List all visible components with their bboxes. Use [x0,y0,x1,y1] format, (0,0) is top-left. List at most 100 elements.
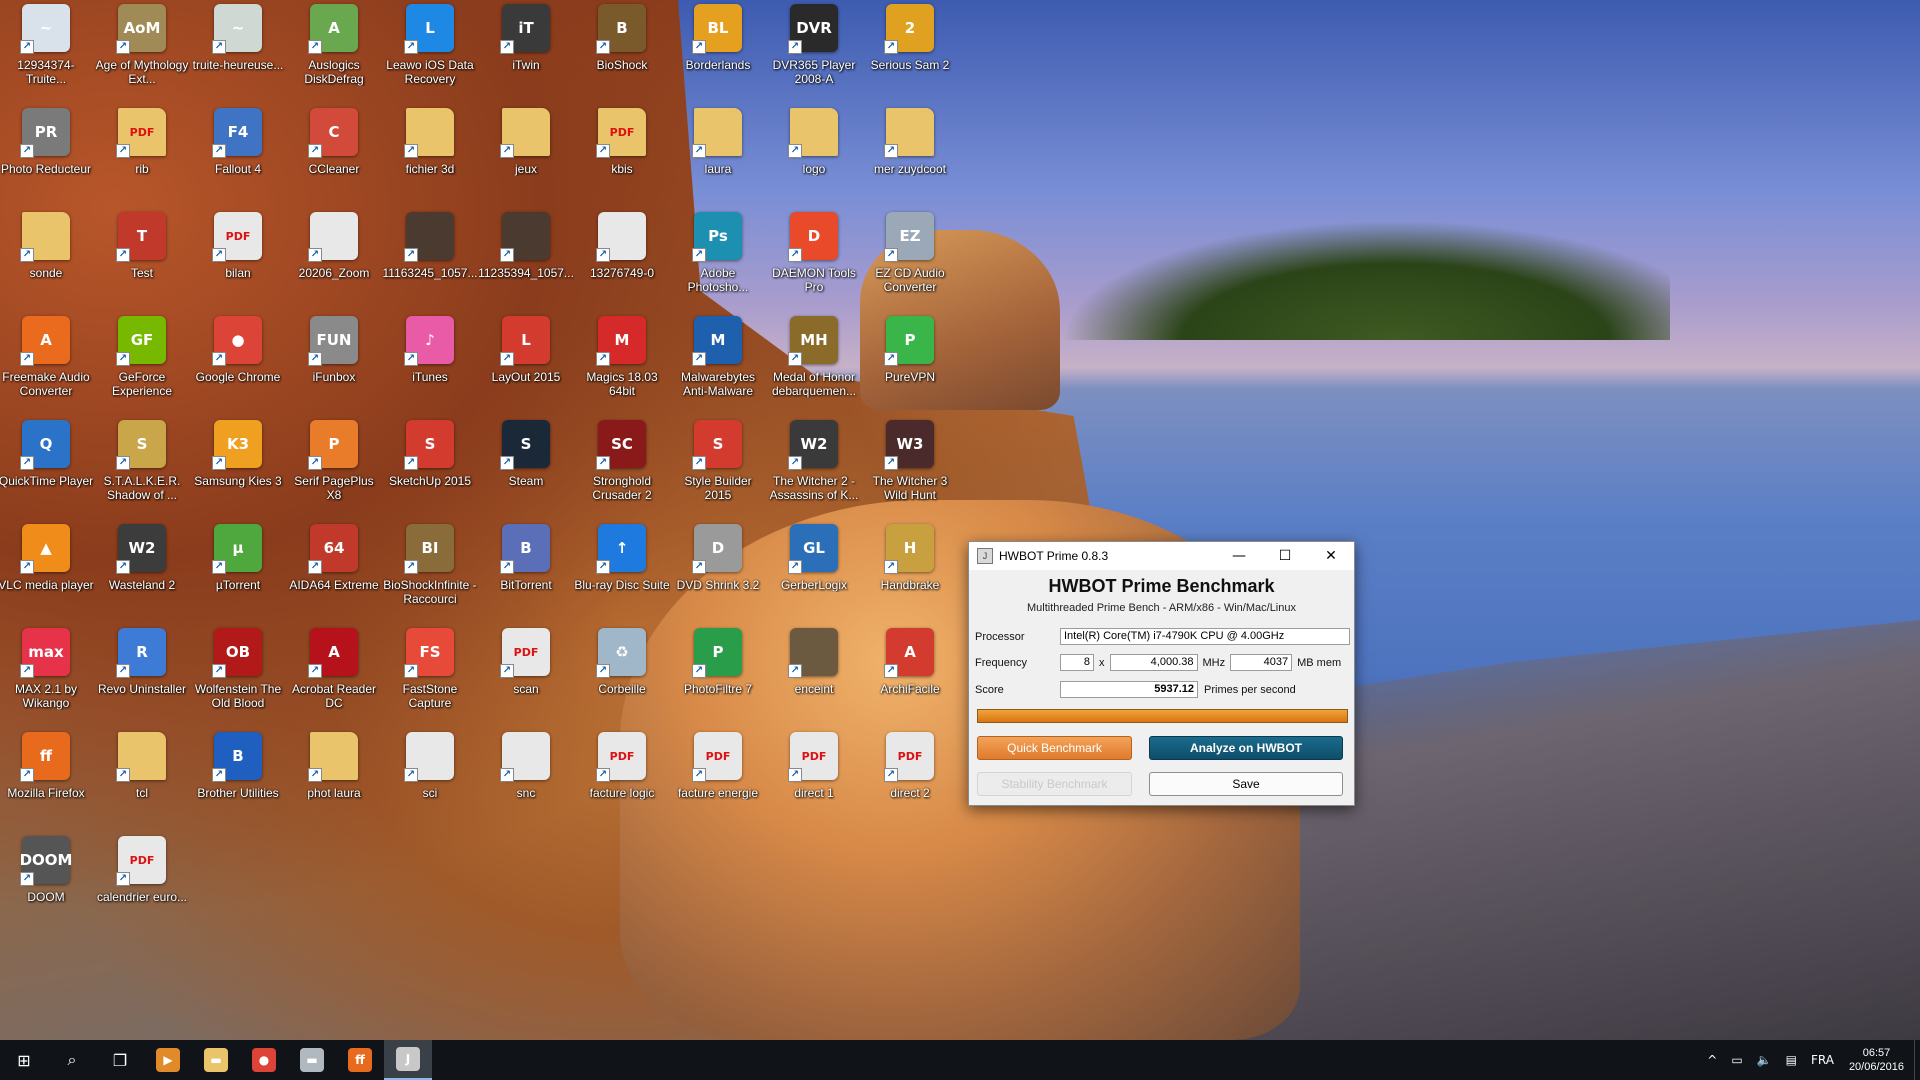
desktop-icon[interactable]: ↗ tcl [96,732,188,832]
desktop-icon[interactable]: EZ ↗ EZ CD Audio Converter [864,212,956,312]
desktop-icon[interactable]: ♪ ↗ iTunes [384,316,476,416]
desktop-icon[interactable]: D ↗ DAEMON Tools Pro [768,212,860,312]
window-titlebar[interactable]: J HWBOT Prime 0.8.3 — ☐ ✕ [969,542,1354,570]
analyze-on-hwbot-button[interactable]: Analyze on HWBOT [1149,736,1343,760]
desktop-icon[interactable]: PR ↗ Photo Reducteur [0,108,92,208]
desktop-icon[interactable]: ↗ phot laura [288,732,380,832]
desktop-icon[interactable]: ↗ jeux [480,108,572,208]
desktop-icon[interactable]: M ↗ Magics 18.03 64bit [576,316,668,416]
desktop-icon[interactable]: OB ↗ Wolfenstein The Old Blood [192,628,284,728]
memory-field[interactable]: 4037 [1230,654,1293,671]
frequency-field[interactable]: 4,000.38 [1109,654,1198,671]
close-button[interactable]: ✕ [1308,542,1354,570]
network-icon[interactable]: ▭ [1731,1053,1742,1067]
maximize-button[interactable]: ☐ [1262,542,1308,570]
desktop-icon[interactable]: W2 ↗ The Witcher 2 - Assassins of K... [768,420,860,520]
clock[interactable]: 06:57 20/06/2016 [1849,1046,1904,1074]
desktop-icon[interactable]: S ↗ Style Builder 2015 [672,420,764,520]
desktop-icon[interactable]: PDF ↗ facture logic [576,732,668,832]
desktop-icon[interactable]: M ↗ Malwarebytes Anti-Malware [672,316,764,416]
processor-field[interactable]: Intel(R) Core(TM) i7-4790K CPU @ 4.00GHz [1060,628,1350,645]
desktop-icon[interactable]: PDF ↗ scan [480,628,572,728]
desktop-icon[interactable]: ↗ laura [672,108,764,208]
desktop-icon[interactable]: A ↗ ArchiFacile [864,628,956,728]
desktop-icon[interactable]: S ↗ SketchUp 2015 [384,420,476,520]
desktop-icon[interactable]: H ↗ Handbrake [864,524,956,624]
desktop-icon[interactable]: B ↗ BioShock [576,4,668,104]
desktop-icon[interactable]: PDF ↗ direct 2 [864,732,956,832]
desktop-icon[interactable]: ↑ ↗ Blu-ray Disc Suite [574,524,670,624]
desktop-icon[interactable]: Ps ↗ Adobe Photosho... [672,212,764,312]
desktop-icon[interactable]: P ↗ Serif PagePlus X8 [288,420,380,520]
desktop-icon[interactable]: PDF ↗ bilan [192,212,284,312]
desktop-icon[interactable]: ↗ logo [768,108,860,208]
notification-icon[interactable]: ▤ [1786,1053,1797,1067]
taskbar-app-chrome[interactable]: ● [240,1040,288,1080]
desktop-icon[interactable]: C ↗ CCleaner [288,108,380,208]
desktop-icon[interactable]: PDF ↗ rib [96,108,188,208]
desktop-icon[interactable]: ↗ mer zuydcoot [864,108,956,208]
desktop-icon[interactable]: max ↗ MAX 2.1 by Wikango [0,628,92,728]
desktop-icon[interactable]: P ↗ PureVPN [864,316,956,416]
desktop-icon[interactable]: ● ↗ Google Chrome [192,316,284,416]
desktop-icon[interactable]: BL ↗ Borderlands [672,4,764,104]
desktop-icon[interactable]: GF ↗ GeForce Experience [96,316,188,416]
desktop-icon[interactable]: ↗ 11235394_1057... [478,212,574,312]
desktop-icon[interactable]: PDF ↗ kbis [576,108,668,208]
desktop-icon[interactable]: PDF ↗ direct 1 [768,732,860,832]
taskbar-app-folder[interactable]: ▬ [288,1040,336,1080]
desktop-icon[interactable]: ~ ↗ 12934374-Truite... [0,4,92,104]
desktop-icon[interactable]: ▲ ↗ VLC media player [0,524,94,624]
desktop-icon[interactable]: GL ↗ GerberLogix [768,524,860,624]
desktop-icon[interactable]: FS ↗ FastStone Capture [384,628,476,728]
desktop-icon[interactable]: F4 ↗ Fallout 4 [192,108,284,208]
desktop-icon[interactable]: µ ↗ µTorrent [192,524,284,624]
desktop-icon[interactable]: A ↗ Freemake Audio Converter [0,316,92,416]
desktop-icon[interactable]: P ↗ PhotoFiltre 7 [672,628,764,728]
desktop-icon[interactable]: AoM ↗ Age of Mythology Ext... [96,4,188,104]
score-field[interactable]: 5937.12 [1060,681,1198,698]
desktop-icon[interactable]: FUN ↗ iFunbox [288,316,380,416]
desktop-icon[interactable]: ↗ snc [480,732,572,832]
desktop-icon[interactable]: A ↗ Acrobat Reader DC [288,628,380,728]
desktop-icon[interactable]: S ↗ S.T.A.L.K.E.R. Shadow of ... [96,420,188,520]
desktop-icon[interactable]: K3 ↗ Samsung Kies 3 [192,420,284,520]
desktop-icon[interactable]: ↗ sonde [0,212,92,312]
taskbar-app-firefox[interactable]: ff [336,1040,384,1080]
desktop-icon[interactable]: ~ ↗ truite-heureuse... [192,4,284,104]
desktop-icon[interactable]: ff ↗ Mozilla Firefox [0,732,92,832]
save-button[interactable]: Save [1149,772,1343,796]
taskbar-app-java-hwbot[interactable]: J [384,1040,432,1080]
desktop-icon[interactable]: MH ↗ Medal of Honor debarquemen... [768,316,860,416]
desktop-icon[interactable]: S ↗ Steam [480,420,572,520]
cores-field[interactable]: 8 [1060,654,1094,671]
desktop-icon[interactable]: ↗ 13276749-0 [576,212,668,312]
desktop-icon[interactable]: L ↗ Leawo iOS Data Recovery [384,4,476,104]
search-icon[interactable]: ⌕ [48,1040,96,1080]
desktop-icon[interactable]: ↗ 11163245_1057... [383,212,477,312]
hwbot-window[interactable]: J HWBOT Prime 0.8.3 — ☐ ✕ HWBOT Prime Be… [968,541,1355,806]
desktop-icon[interactable]: ↗ 20206_Zoom [288,212,380,312]
desktop-icon[interactable]: BI ↗ BioShockInfinite - Raccourci [383,524,477,624]
language-indicator[interactable]: FRA [1811,1053,1834,1067]
volume-icon[interactable]: 🔈 [1757,1053,1772,1067]
desktop-icon[interactable]: A ↗ Auslogics DiskDefrag [288,4,380,104]
show-desktop-button[interactable] [1914,1040,1920,1080]
desktop-icon[interactable]: Q ↗ QuickTime Player [0,420,93,520]
desktop-icon[interactable]: 2 ↗ Serious Sam 2 [864,4,956,104]
desktop-icon[interactable]: iT ↗ iTwin [480,4,572,104]
minimize-button[interactable]: — [1216,542,1262,570]
start-button[interactable]: ⊞ [0,1040,48,1080]
desktop-icon[interactable]: W2 ↗ Wasteland 2 [96,524,188,624]
desktop-icon[interactable]: T ↗ Test [96,212,188,312]
desktop-icon[interactable]: DOOM ↗ DOOM [0,836,92,936]
desktop-icon[interactable]: PDF ↗ facture energie [672,732,764,832]
taskbar-app-media-player[interactable]: ▶ [144,1040,192,1080]
desktop-icon[interactable]: L ↗ LayOut 2015 [480,316,572,416]
taskbar-app-file-explorer[interactable]: ▬ [192,1040,240,1080]
desktop-icon[interactable]: D ↗ DVD Shrink 3.2 [672,524,764,624]
desktop-icon[interactable]: B ↗ BitTorrent [480,524,572,624]
desktop-icon[interactable]: 64 ↗ AIDA64 Extreme [288,524,380,624]
desktop-icon[interactable]: W3 ↗ The Witcher 3 Wild Hunt [864,420,956,520]
desktop-icon[interactable]: ↗ enceint [768,628,860,728]
